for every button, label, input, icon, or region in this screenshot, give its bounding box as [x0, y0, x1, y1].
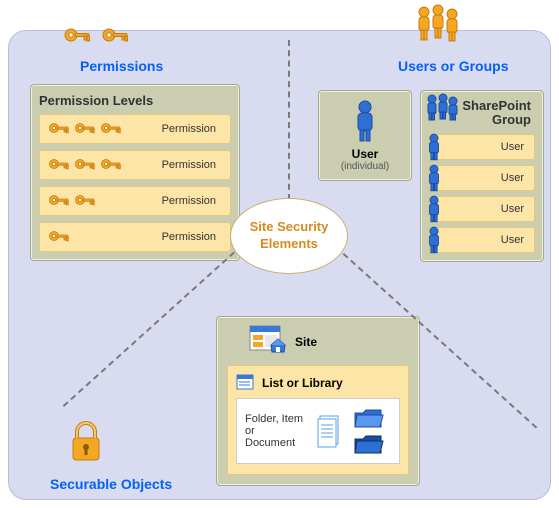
- key-icon: [48, 229, 70, 245]
- site-panel: Site List or Library Folder, Item or Doc…: [216, 316, 420, 486]
- group-user-label: User: [501, 203, 528, 215]
- person-icon: [425, 132, 443, 161]
- key-icon: [74, 157, 96, 173]
- group-user-row: User: [429, 196, 535, 222]
- group-user-label: User: [501, 234, 528, 246]
- key-icon: [48, 193, 70, 209]
- permission-row: Permission: [39, 150, 231, 180]
- key-icon: [100, 121, 122, 137]
- lock-icon: [66, 418, 106, 467]
- person-icon: [425, 194, 443, 223]
- section-title-permissions: Permissions: [80, 58, 163, 74]
- user-sublabel: (individual): [327, 161, 403, 172]
- list-icon: [236, 374, 256, 392]
- permission-levels-panel: Permission Levels Permission Permission Pe…: [30, 84, 240, 261]
- key-icon: [100, 157, 122, 173]
- person-icon: [425, 163, 443, 192]
- permission-label: Permission: [162, 159, 222, 171]
- permission-label: Permission: [162, 231, 222, 243]
- key-icon: [74, 193, 96, 209]
- key-icon: [100, 26, 130, 54]
- group-user-label: User: [501, 141, 528, 153]
- person-icon: [425, 225, 443, 254]
- permission-row: Permission: [39, 114, 231, 144]
- people-group-icon: [412, 4, 466, 49]
- user-label: User: [327, 147, 403, 161]
- list-library-title: List or Library: [262, 376, 343, 390]
- site-icon: [249, 325, 289, 359]
- permission-row: Permission: [39, 222, 231, 252]
- user-individual-panel: User (individual): [318, 90, 412, 181]
- keys-icon-group: [62, 26, 130, 54]
- section-title-users-groups: Users or Groups: [398, 58, 508, 74]
- folder-icon: [353, 433, 385, 455]
- folder-label: Folder, Item or Document: [245, 413, 307, 449]
- permission-label: Permission: [162, 195, 222, 207]
- person-icon: [350, 99, 380, 143]
- group-user-row: User: [429, 165, 535, 191]
- group-user-label: User: [501, 172, 528, 184]
- center-ellipse: Site Security Elements: [230, 198, 348, 274]
- permission-label: Permission: [162, 123, 222, 135]
- key-icon: [48, 121, 70, 137]
- permission-levels-title: Permission Levels: [39, 93, 231, 108]
- list-library-box: List or Library Folder, Item or Document: [227, 365, 409, 475]
- document-icon: [317, 414, 343, 448]
- section-title-securable-objects: Securable Objects: [50, 476, 172, 492]
- site-label: Site: [295, 335, 317, 349]
- center-label: Site Security Elements: [231, 219, 347, 253]
- diagram-canvas: Site Security Elements Permissions Users…: [0, 0, 559, 508]
- connector-top: [288, 40, 290, 200]
- group-user-row: User: [429, 227, 535, 253]
- key-icon: [48, 157, 70, 173]
- key-icon: [74, 121, 96, 137]
- folder-item-doc-box: Folder, Item or Document: [236, 398, 400, 464]
- people-group-icon: [423, 93, 459, 123]
- permission-row: Permission: [39, 186, 231, 216]
- group-user-row: User: [429, 134, 535, 160]
- key-icon: [62, 26, 92, 54]
- folder-icon: [353, 407, 385, 429]
- sharepoint-group-panel: SharePoint Group UserUserUserUser: [420, 90, 544, 262]
